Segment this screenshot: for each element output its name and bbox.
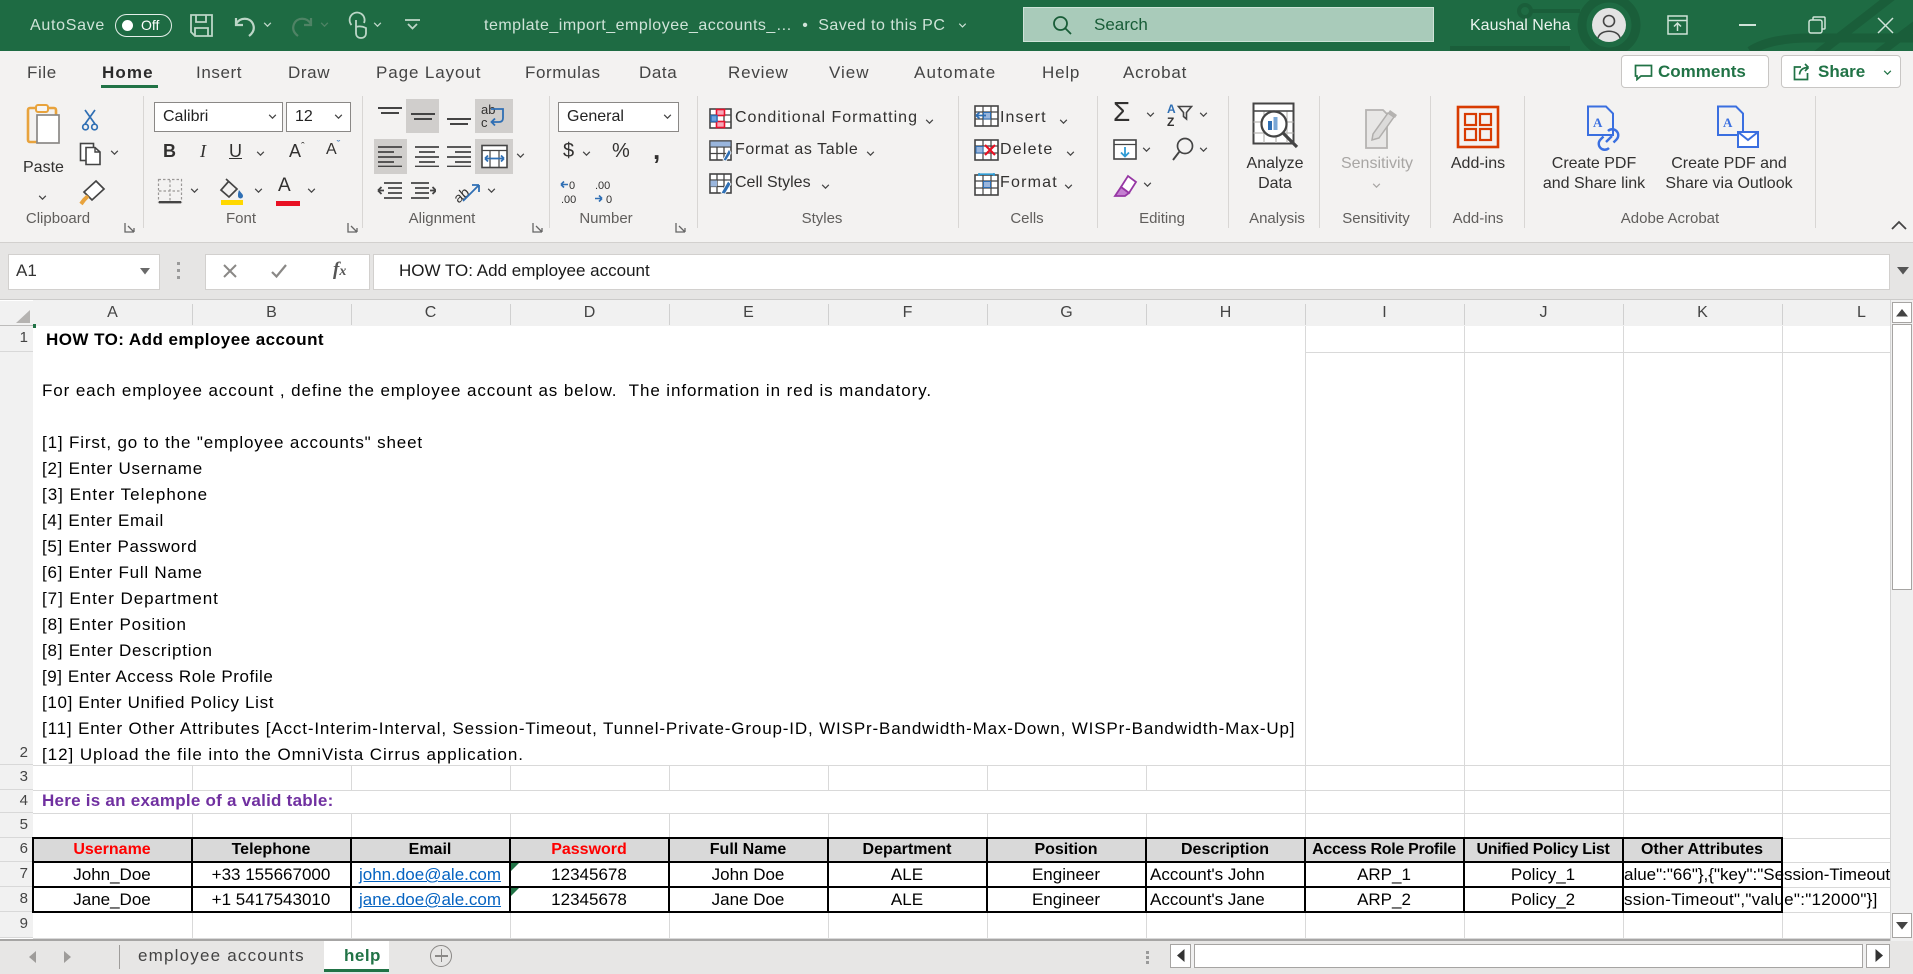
svg-text:A: A	[1593, 115, 1603, 130]
svg-text:Z: Z	[1167, 115, 1174, 128]
svg-text:0: 0	[606, 194, 612, 205]
svg-text:A: A	[1723, 115, 1733, 130]
svg-text:.00: .00	[595, 180, 610, 192]
svg-text:.00: .00	[561, 194, 576, 205]
svg-text:c: c	[481, 115, 488, 130]
svg-text:0: 0	[569, 180, 575, 192]
